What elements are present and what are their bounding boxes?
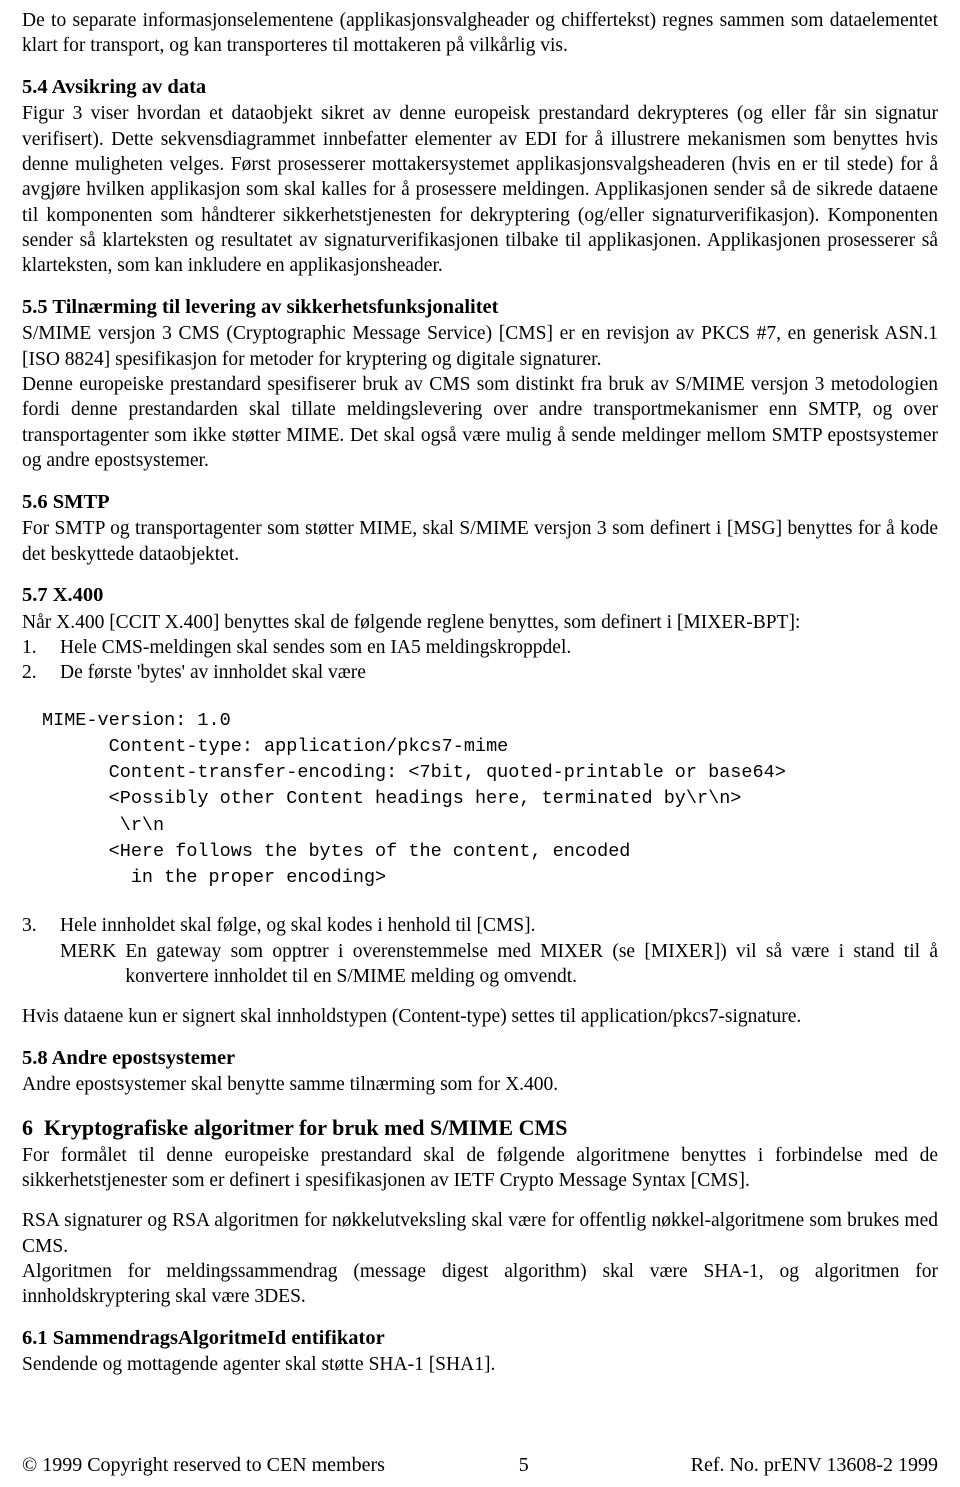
heading-6-title: Kryptografiske algoritmer for bruk med S… [44, 1114, 568, 1140]
intro-paragraph: De to separate informasjonselementene (a… [22, 10, 938, 57]
heading-5-4-title: Avsikring av data [51, 75, 207, 98]
note-label: MERK [60, 940, 117, 962]
heading-5-7-number: 5.7 [22, 583, 48, 606]
heading-5-5-number: 5.5 [22, 295, 48, 318]
footer-reference: Ref. No. prENV 13608-2 1999 [690, 1454, 938, 1476]
document-page: De to separate informasjonselementene (a… [0, 0, 960, 1487]
section-5-4-paragraph-1: Figur 3 viser hvordan et dataobjekt sikr… [22, 103, 938, 277]
heading-6: 6 Kryptografiske algoritmer for bruk med… [22, 1113, 938, 1143]
heading-5-5-title: Tilnærming til levering av sikkerhetsfun… [52, 295, 499, 318]
heading-6-number: 6 [22, 1114, 33, 1140]
section-6-paragraph-1: For formålet til denne europeiske presta… [22, 1144, 938, 1191]
heading-5-8-title: Andre epostsystemer [51, 1046, 236, 1069]
heading-6-1-title: SammendragsAlgoritmeId entifikator [52, 1326, 385, 1349]
list-item-marker: 1. [22, 636, 37, 658]
list-item-text: De første 'bytes' av innholdet skal være [60, 662, 366, 684]
section-6-paragraph-3: Algoritmen for meldingssammendrag (messa… [22, 1260, 938, 1308]
list-item: 3. Hele innholdet skal følge, og skal ko… [22, 913, 938, 938]
heading-5-4-number: 5.4 [22, 75, 48, 98]
heading-5-6-title: SMTP [52, 490, 110, 513]
section-5-6-paragraph-1: For SMTP og transportagenter som støtter… [22, 518, 938, 565]
section-6-paragraph-2: RSA signaturer og RSA algoritmen for nøk… [22, 1210, 938, 1257]
section-6-1-paragraph-1: Sendende og mottagende agenter skal støt… [22, 1354, 496, 1376]
list-item-text: Hele innholdet skal følge, og skal kodes… [60, 915, 536, 937]
heading-5-5: 5.5 Tilnærming til levering av sikkerhet… [22, 294, 938, 322]
heading-5-7-title: X.400 [52, 583, 104, 606]
section-5-5-paragraph-2: Denne europeiske prestandard spesifisere… [22, 374, 938, 472]
heading-6-1-number: 6.1 [22, 1326, 48, 1349]
note-text: En gateway som opptrer i overenstemmelse… [125, 940, 938, 988]
heading-5-8: 5.8 Andre epostsystemer [22, 1045, 938, 1073]
section-5-5-paragraph-1: S/MIME versjon 3 CMS (Cryptographic Mess… [22, 323, 938, 370]
list-item-marker: 3. [22, 915, 37, 937]
heading-5-7: 5.7 X.400 [22, 582, 938, 610]
list-item-text: Hele CMS-meldingen skal sendes som en IA… [60, 636, 572, 658]
section-5-7-after-note: Hvis dataene kun er signert skal innhold… [22, 1006, 802, 1028]
mime-code-block: MIME-version: 1.0 Content-type: applicat… [42, 709, 786, 889]
heading-5-8-number: 5.8 [22, 1046, 48, 1069]
page-footer: © 1999 Copyright reserved to CEN members… [22, 1454, 938, 1477]
list-item: 2. De første 'bytes' av innholdet skal v… [22, 660, 938, 685]
footer-page-number: 5 [518, 1454, 529, 1476]
heading-5-4: 5.4 Avsikring av data [22, 74, 938, 102]
footer-copyright: © 1999 Copyright reserved to CEN members [22, 1454, 385, 1476]
heading-6-1: 6.1 SammendragsAlgoritmeId entifikator [22, 1325, 938, 1353]
list-item-marker: 2. [22, 662, 37, 684]
section-5-8-paragraph-1: Andre epostsystemer skal benytte samme t… [22, 1074, 559, 1096]
section-5-7-paragraph-1: Når X.400 [CCIT X.400] benyttes skal de … [22, 611, 801, 633]
list-item: 1. Hele CMS-meldingen skal sendes som en… [22, 635, 938, 660]
heading-5-6: 5.6 SMTP [22, 489, 938, 517]
note-merk: MERK En gateway som opptrer i overenstem… [22, 939, 938, 990]
heading-5-6-number: 5.6 [22, 490, 48, 513]
